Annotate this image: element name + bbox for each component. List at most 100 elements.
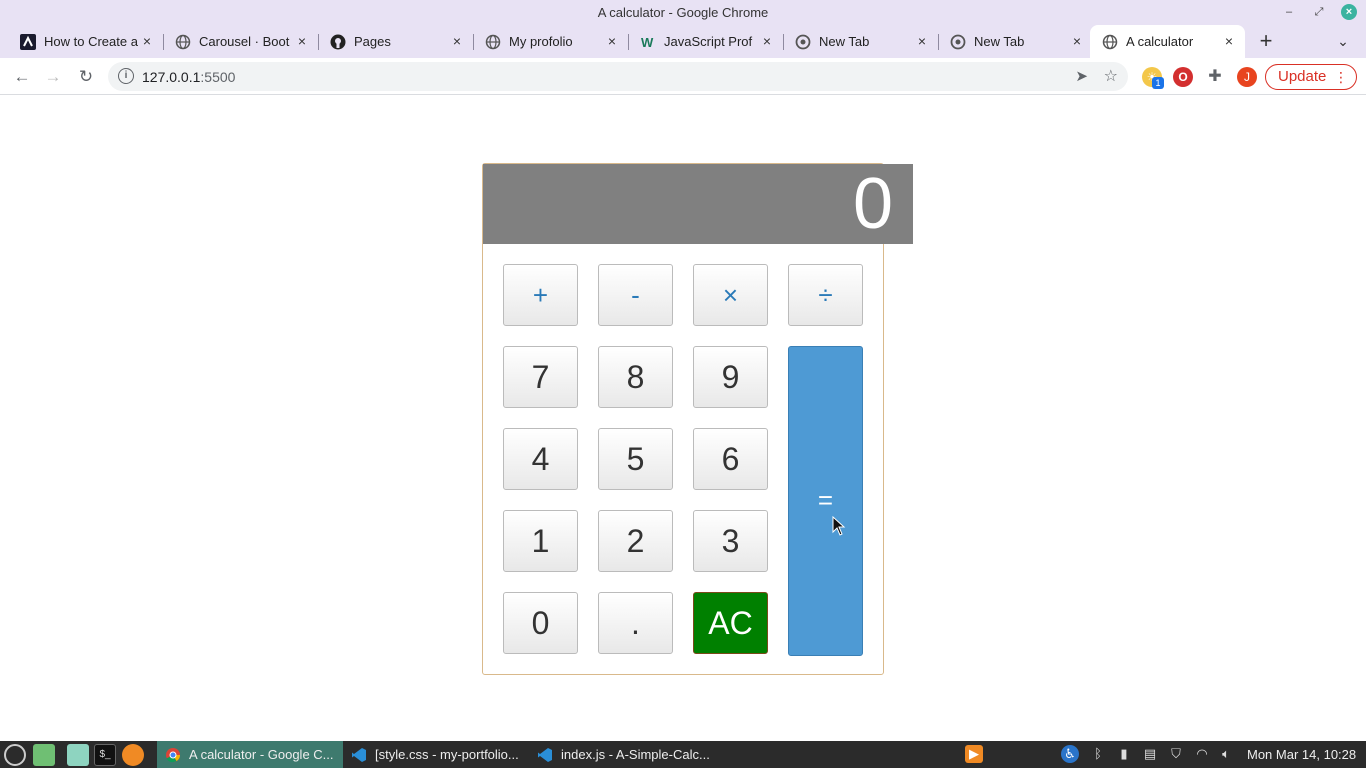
shield-icon[interactable]: ⛉ (1167, 745, 1185, 763)
tab-javascript[interactable]: W JavaScript Prof × (628, 25, 784, 58)
plus-button[interactable]: + (503, 264, 578, 326)
window-title: A calculator - Google Chrome (597, 5, 769, 20)
update-label: Update (1278, 68, 1327, 85)
chrome-icon (795, 34, 811, 50)
tab-carousel[interactable]: Carousel · Boot × (163, 25, 319, 58)
files-folder-icon[interactable] (67, 744, 89, 766)
close-tab-icon[interactable]: × (604, 33, 620, 49)
bookmark-star-icon[interactable]: ☆ (1104, 66, 1118, 86)
opera-extension-icon[interactable]: O (1173, 67, 1193, 87)
minimize-button[interactable]: – (1281, 4, 1297, 20)
tab-label: Carousel · Boot (199, 34, 290, 49)
tab-label: My profolio (509, 34, 573, 49)
update-button[interactable]: Update ⋮ (1265, 64, 1357, 90)
svg-text:W: W (641, 35, 654, 50)
firefox-icon[interactable] (122, 744, 144, 766)
url-host: 127.0.0.1 (142, 69, 201, 85)
tab-how-to-create[interactable]: How to Create a × (8, 25, 164, 58)
globe-icon (175, 34, 191, 50)
digit-9-button[interactable]: 9 (693, 346, 768, 408)
media-player-icon[interactable]: ▶ (965, 745, 983, 763)
all-clear-button[interactable]: AC (693, 592, 768, 654)
profile-avatar[interactable]: J (1237, 67, 1257, 87)
tab-my-profolio[interactable]: My profolio × (473, 25, 629, 58)
divide-button[interactable]: ÷ (788, 264, 863, 326)
digit-2-button[interactable]: 2 (598, 510, 673, 572)
globe-icon (485, 34, 501, 50)
tab-search-chevron-icon[interactable]: ⌄ (1334, 33, 1352, 51)
minus-button[interactable]: - (598, 264, 673, 326)
terminal-icon[interactable]: $_ (94, 744, 116, 766)
taskbar-task-vscode-index[interactable]: index.js - A-Simple-Calc... (529, 741, 715, 768)
close-tab-icon[interactable]: × (294, 33, 310, 49)
forward-arrow-icon[interactable]: → (42, 66, 64, 88)
address-url[interactable]: 127.0.0.1:5500 (142, 69, 235, 85)
tab-a-calculator[interactable]: A calculator × (1090, 25, 1245, 58)
close-tab-icon[interactable]: × (1221, 33, 1237, 49)
tab-label: JavaScript Prof (664, 34, 753, 49)
close-tab-icon[interactable]: × (449, 33, 465, 49)
digit-1-button[interactable]: 1 (503, 510, 578, 572)
close-tab-icon[interactable]: × (1069, 33, 1085, 49)
show-desktop-icon[interactable] (33, 744, 55, 766)
aha-logo-icon (20, 33, 36, 50)
extension-badge: 1 (1152, 77, 1164, 89)
taskbar-task-vscode-style[interactable]: [style.css - my-portfolio... (343, 741, 529, 768)
site-info-icon[interactable]: i (118, 68, 134, 84)
vscode-icon (537, 747, 553, 763)
chrome-icon (165, 747, 181, 763)
url-port: :5500 (200, 69, 236, 85)
reload-icon[interactable]: ↻ (75, 66, 97, 88)
window-titlebar: A calculator - Google Chrome – ⤢ × (0, 0, 1366, 25)
digit-4-button[interactable]: 4 (503, 428, 578, 490)
tab-label: New Tab (819, 34, 870, 49)
maximize-button[interactable]: ⤢ (1311, 4, 1327, 20)
accessibility-icon[interactable]: ♿ (1061, 745, 1079, 763)
decimal-point-button[interactable]: . (598, 592, 673, 654)
tab-strip: How to Create a × Carousel · Boot × Page… (0, 25, 1366, 58)
address-bar[interactable]: i 127.0.0.1:5500 ➤ ☆ (108, 62, 1128, 91)
digit-3-button[interactable]: 3 (693, 510, 768, 572)
taskbar-task-chrome[interactable]: A calculator - Google C... (157, 741, 343, 768)
digit-6-button[interactable]: 6 (693, 428, 768, 490)
calculator-display: 0 (483, 164, 913, 244)
browser-toolbar: ← → ↻ i 127.0.0.1:5500 ➤ ☆ ☀ 1 O ✚ J Upd… (0, 58, 1366, 95)
vscode-icon (351, 747, 367, 763)
w-logo-icon: W (640, 34, 656, 50)
bluetooth-icon[interactable]: ᛒ (1089, 745, 1107, 763)
tab-new-tab-1[interactable]: New Tab × (783, 25, 939, 58)
tab-pages[interactable]: Pages × (318, 25, 474, 58)
close-tab-icon[interactable]: × (139, 33, 155, 49)
chrome-icon (950, 34, 966, 50)
digit-8-button[interactable]: 8 (598, 346, 673, 408)
taskbar: $_ A calculator - Google C... [style.css… (0, 741, 1366, 768)
close-tab-icon[interactable]: × (914, 33, 930, 49)
digit-5-button[interactable]: 5 (598, 428, 673, 490)
back-arrow-icon[interactable]: ← (11, 66, 33, 88)
volume-icon[interactable]: 🔈︎ (1217, 745, 1235, 763)
taskbar-clock[interactable]: Mon Mar 14, 10:28 (1247, 747, 1356, 762)
tab-label: A calculator (1126, 34, 1194, 49)
equals-button[interactable]: = (788, 346, 863, 656)
calculator: 0 + - × ÷ 7 8 9 = 4 5 6 1 2 3 0 . AC (482, 163, 913, 675)
task-label: index.js - A-Simple-Calc... (561, 747, 710, 762)
tab-new-tab-2[interactable]: New Tab × (938, 25, 1093, 58)
close-window-button[interactable]: × (1341, 4, 1357, 20)
task-label: [style.css - my-portfolio... (375, 747, 519, 762)
clipboard-icon[interactable]: ▤ (1141, 745, 1159, 763)
tab-label: How to Create a (44, 34, 138, 49)
send-tab-icon[interactable]: ➤ (1075, 67, 1088, 85)
mouse-cursor-icon (832, 516, 846, 536)
task-label: A calculator - Google C... (189, 747, 334, 762)
tab-label: Pages (354, 34, 391, 49)
mint-menu-icon[interactable] (4, 744, 26, 766)
close-tab-icon[interactable]: × (759, 33, 775, 49)
more-menu-icon[interactable]: ⋮ (1334, 65, 1348, 89)
digit-7-button[interactable]: 7 (503, 346, 578, 408)
multiply-button[interactable]: × (693, 264, 768, 326)
wifi-icon[interactable]: ◠ (1193, 745, 1211, 763)
digit-0-button[interactable]: 0 (503, 592, 578, 654)
battery-icon[interactable]: ▮ (1115, 745, 1133, 763)
new-tab-button[interactable]: + (1256, 30, 1276, 52)
puzzle-extensions-icon[interactable]: ✚ (1205, 67, 1225, 87)
